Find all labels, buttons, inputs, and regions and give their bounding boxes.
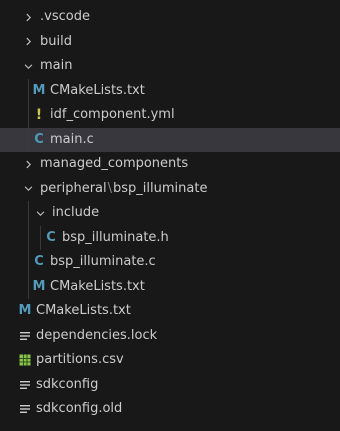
folder-label: .vscode — [40, 9, 90, 24]
folder-label: managed_components — [40, 156, 189, 171]
folder-label: build — [40, 33, 72, 49]
lines-file-icon — [18, 373, 32, 398]
chevron-down-icon[interactable] — [21, 54, 35, 79]
c-file-icon: C — [34, 254, 44, 269]
folder-label-part: bsp_illuminate — [113, 180, 208, 196]
chevron-right-icon[interactable] — [21, 5, 35, 30]
file-label: main.c — [50, 131, 94, 147]
file-label: CMakeLists.txt — [50, 278, 145, 294]
folder-item-build[interactable]: build — [0, 30, 340, 55]
cmake-icon: M — [32, 278, 46, 294]
chevron-down-icon[interactable] — [33, 201, 47, 226]
indent-guide — [28, 201, 29, 226]
cmake-icon: M — [32, 82, 46, 98]
csv-file-icon — [18, 348, 32, 373]
folder-label: include — [52, 205, 100, 220]
file-item-bsp-illuminate-c[interactable]: Cbsp_illuminate.c — [0, 250, 340, 275]
indent-guide — [40, 225, 41, 250]
folder-label: peripheral\bsp_illuminate — [40, 177, 207, 202]
file-label: bsp_illuminate.h — [62, 229, 169, 245]
c-file-icon: C — [46, 229, 56, 245]
file-item-cmakelists-txt[interactable]: M CMakeLists.txt — [0, 299, 340, 324]
file-item-idf-component-yml[interactable]: ! idf_component.yml — [0, 103, 340, 128]
yaml-icon: ! — [35, 107, 43, 123]
folder-label-part: peripheral — [40, 180, 107, 196]
file-label: CMakeLists.txt — [36, 303, 131, 318]
c-file-icon: C — [34, 131, 44, 147]
chevron-right-icon[interactable] — [21, 30, 35, 55]
folder-item-main[interactable]: main — [0, 54, 340, 79]
file-item-main-c[interactable]: Cmain.c — [0, 127, 340, 152]
indent-guide — [28, 103, 29, 128]
folder-item-managed-components[interactable]: managed_components — [0, 152, 340, 177]
file-explorer-tree: .vscode build main M CMakeLists.txt! idf_comp… — [0, 0, 340, 431]
indent-guide — [28, 274, 29, 299]
cmake-icon: M — [18, 303, 32, 318]
file-item-cmakelists-txt[interactable]: M CMakeLists.txt — [0, 78, 340, 103]
file-item-sdkconfig-old[interactable]: sdkconfig.old — [0, 397, 340, 422]
file-label: dependencies.lock — [36, 327, 158, 343]
folder-item-include[interactable]: include — [0, 201, 340, 226]
folder-item-vscode[interactable]: .vscode — [0, 5, 340, 30]
indent-guide — [28, 78, 29, 103]
lines-file-icon — [18, 324, 32, 349]
lines-file-icon — [18, 397, 32, 422]
chevron-down-icon[interactable] — [21, 177, 35, 202]
indent-guide — [28, 225, 29, 250]
folder-item-peripheral-bsp-illuminate[interactable]: peripheral\bsp_illuminate — [0, 177, 340, 202]
indent-guide — [28, 127, 29, 152]
file-label: partitions.csv — [36, 352, 124, 367]
file-label: sdkconfig.old — [36, 401, 123, 416]
folder-label: main — [40, 58, 73, 73]
file-label: idf_component.yml — [50, 107, 175, 122]
file-item-sdkconfig[interactable]: sdkconfig — [0, 373, 340, 398]
file-item-partitions-csv[interactable]: partitions.csv — [0, 348, 340, 373]
indent-guide — [28, 250, 29, 275]
file-label: bsp_illuminate.c — [50, 254, 156, 269]
file-item-bsp-illuminate-h[interactable]: Cbsp_illuminate.h — [0, 225, 340, 250]
file-label: CMakeLists.txt — [50, 82, 145, 98]
file-item-cmakelists-txt[interactable]: M CMakeLists.txt — [0, 274, 340, 299]
chevron-right-icon[interactable] — [21, 152, 35, 177]
file-item-dependencies-lock[interactable]: dependencies.lock — [0, 324, 340, 349]
file-label: sdkconfig — [36, 376, 99, 392]
